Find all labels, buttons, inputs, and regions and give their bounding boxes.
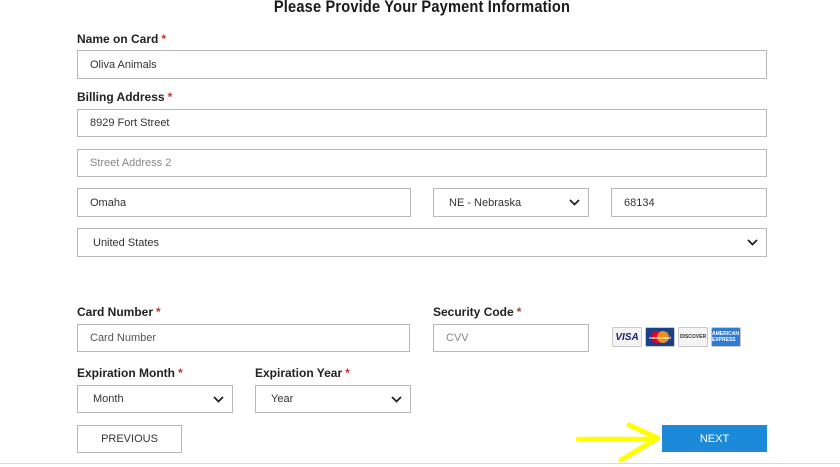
amex-logo-icon: AMERICAN EXPRESS: [711, 327, 741, 347]
expiration-year-select[interactable]: Year: [255, 385, 411, 413]
visa-logo-icon: VISA: [612, 327, 642, 347]
card-number-label-text: Card Number: [77, 305, 154, 319]
required-mark: *: [167, 90, 173, 104]
country-select[interactable]: United States: [77, 228, 767, 257]
required-mark: *: [156, 305, 161, 319]
card-number-input[interactable]: Card Number: [77, 324, 410, 352]
page-title: Please Provide Your Payment Information: [273, 0, 571, 16]
expiration-year-label-text: Expiration Year: [255, 366, 343, 380]
security-code-label-text: Security Code: [433, 305, 514, 319]
mastercard-logo-icon: mastercard: [645, 327, 675, 347]
expiration-year-value: Year: [271, 393, 294, 405]
mastercard-logo-text: mastercard: [649, 335, 671, 340]
card-number-label: Card Number *: [77, 305, 161, 319]
next-button[interactable]: NEXT: [662, 425, 767, 452]
expiration-month-value: Month: [93, 393, 124, 405]
expiration-month-select[interactable]: Month: [77, 385, 233, 413]
discover-logo-icon: DISCOVER: [678, 327, 708, 347]
cvv-input[interactable]: CVV: [433, 324, 589, 352]
street-address-1-input[interactable]: 8929 Fort Street: [77, 109, 767, 137]
name-on-card-label: Name on Card *: [77, 32, 166, 46]
city-input[interactable]: Omaha: [77, 188, 411, 217]
zip-input[interactable]: 68134: [611, 188, 767, 217]
state-select-value: NE - Nebraska: [449, 196, 522, 209]
country-select-value: United States: [93, 236, 160, 249]
name-on-card-input[interactable]: Oliva Animals: [77, 50, 767, 79]
expiration-year-label: Expiration Year *: [255, 366, 350, 380]
expiration-month-label-text: Expiration Month: [77, 366, 175, 380]
required-mark: *: [178, 366, 183, 380]
billing-address-label-text: Billing Address: [77, 90, 165, 104]
state-select[interactable]: NE - Nebraska: [433, 188, 589, 217]
billing-address-label: Billing Address *: [77, 90, 172, 104]
required-mark: *: [516, 305, 522, 319]
yellow-arrow-icon: [575, 422, 661, 463]
chevron-down-icon: [390, 393, 402, 405]
street-address-2-input[interactable]: Street Address 2: [77, 149, 767, 177]
bottom-divider: [0, 463, 840, 464]
previous-button[interactable]: PREVIOUS: [77, 425, 182, 453]
required-mark: *: [345, 366, 350, 380]
name-on-card-label-text: Name on Card: [77, 32, 159, 46]
security-code-label: Security Code *: [433, 305, 521, 319]
accepted-cards: VISA mastercard DISCOVER AMERICAN EXPRES…: [612, 327, 741, 347]
chevron-down-icon: [568, 197, 580, 209]
chevron-down-icon: [212, 393, 224, 405]
expiration-month-label: Expiration Month *: [77, 366, 183, 380]
required-mark: *: [161, 32, 167, 46]
chevron-down-icon: [746, 237, 758, 249]
